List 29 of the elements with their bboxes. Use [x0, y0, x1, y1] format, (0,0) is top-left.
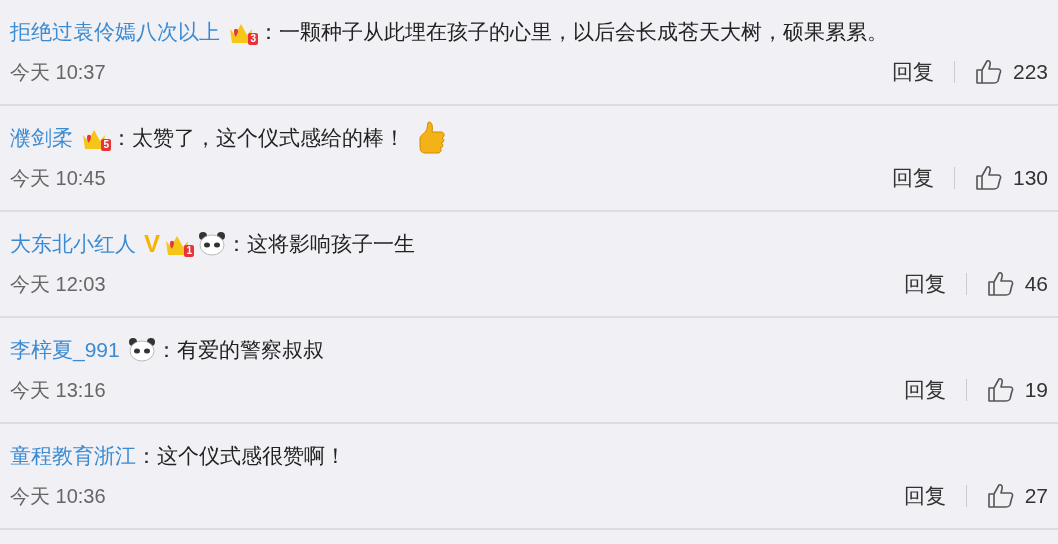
thumbs-up-icon — [417, 120, 447, 156]
thumbs-up-icon — [986, 377, 1015, 403]
comment-text: ：太赞了，这个仪式感给的棒！ — [111, 125, 405, 152]
verified-label: V — [144, 232, 160, 256]
panda-icon — [198, 231, 226, 257]
panda-icon — [127, 337, 156, 363]
comment-time: 今天 10:37 — [10, 60, 106, 85]
comment-time: 今天 12:03 — [10, 272, 106, 297]
thumbs-up-icon — [974, 59, 1003, 85]
like-button[interactable]: 19 — [986, 374, 1048, 406]
like-button[interactable]: 27 — [986, 480, 1048, 512]
reply-button[interactable]: 回复 — [903, 268, 946, 300]
reply-button[interactable]: 回复 — [891, 162, 934, 194]
comment-text: ：一颗种子从此埋在孩子的心里，以后会长成苍天大树，硕果累累。 — [258, 19, 888, 46]
comment-time: 今天 13:16 — [10, 378, 106, 403]
reply-button[interactable]: 回复 — [891, 56, 934, 88]
like-button[interactable]: 46 — [986, 268, 1048, 300]
reply-button[interactable]: 回复 — [903, 480, 946, 512]
thumbs-up-icon — [986, 483, 1015, 509]
thumbs-up-icon — [986, 271, 1015, 297]
comment-time: 今天 10:45 — [10, 166, 106, 191]
like-button[interactable]: 130 — [974, 162, 1048, 194]
thumbs-up-icon — [974, 165, 1003, 191]
comment-time: 今天 10:36 — [10, 484, 106, 509]
comment-text: ：这个仪式感很赞啊！ — [136, 443, 346, 470]
comment-text: ：这将影响孩子一生 — [226, 231, 415, 258]
like-button[interactable]: 223 — [974, 56, 1048, 88]
reply-button[interactable]: 回复 — [903, 374, 946, 406]
comment-text: ：有爱的警察叔叔 — [155, 337, 324, 364]
